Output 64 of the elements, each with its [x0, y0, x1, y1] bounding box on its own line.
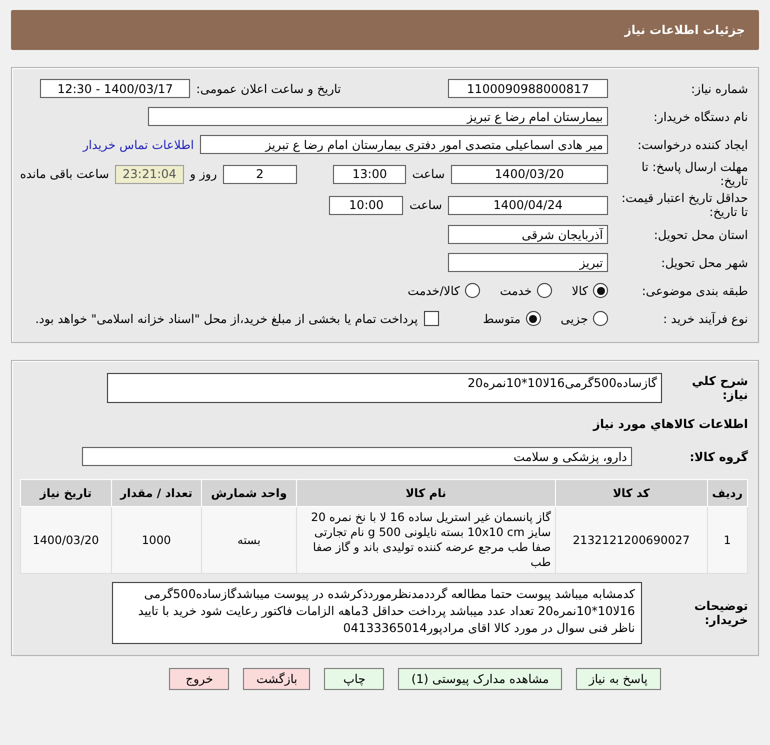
field-label: نام دستگاه خریدار: [652, 110, 748, 124]
action-button[interactable]: بازگشت [243, 668, 310, 690]
action-button[interactable]: چاپ [324, 668, 384, 690]
page-header: جزئیات اطلاعات نیاز [11, 10, 759, 50]
column-header: ردیف [707, 480, 748, 506]
radio-button[interactable] [593, 311, 608, 326]
field-label: نوع فرآیند خرید : [662, 312, 748, 326]
days-field: 2 [222, 164, 297, 184]
field-label: شهر محل تحویل: [660, 256, 748, 270]
date-field: 1400/03/20 [450, 164, 608, 184]
table-cell: گاز پانسمان غیر استریل ساده 16 لا با نخ نمره 20 سایز 10x10 cm بسته نایلونی 500 g نام تجارتی صفا طب مرجع عرضه کننده تولیدی باند و گاز صفا طب [296, 506, 556, 574]
field-label: حداقل تاریخ اعتبار قیمت: تا تاریخ: [620, 191, 748, 219]
table-cell: 1 [707, 506, 748, 574]
section-heading: اطلاعات کالاهاي مورد نياز [593, 416, 748, 430]
radio-label: کالا/خدمت [408, 284, 460, 298]
buyer-notes-field: کدمشابه میباشد پیوست حتما مطالعه گرددمدنظرموردذکرشده در پیوست میباشدگازساده500گرمی 16لا10*10نمره20 تعداد عدد میباشد پرداخت حداقل 3ماهه الزامات فاکتور رعایت شود خرید با تایید ناظر فنی سوال در مورد کالا اقای مرادپور04133365014 [112, 582, 642, 644]
radio-label: کالا [572, 284, 588, 298]
countdown-field: 23:21:04 [115, 164, 184, 184]
column-header: تعداد / مقدار [111, 480, 202, 506]
table-cell: بسته [202, 506, 296, 574]
field-label: روز و [190, 167, 217, 181]
field-label: استان محل تحویل: [652, 228, 748, 242]
radio-button[interactable] [526, 311, 541, 326]
province-field: آذربایجان شرقی [448, 225, 608, 244]
city-field: تبریز [448, 253, 608, 272]
checkbox-label: پرداخت تمام یا بخشی از مبلغ خرید،از محل "اسناد خزانه اسلامی" خواهد بود. [35, 312, 418, 326]
creator-field: میر هادی اسماعیلی متصدی امور دفتری بیمارستان امام رضا ع تبریز [200, 135, 608, 154]
radio-label: جزیی [560, 312, 588, 326]
announce-date-field: 1400/03/17 - 12:30 [40, 79, 190, 98]
goods-group-field: دارو، پزشکی و سلامت [82, 447, 632, 466]
table-cell: 1400/03/20 [20, 506, 112, 574]
field-label: شرح کلي نياز: [690, 374, 748, 402]
description-field: گازساده500گرمی16لا10*10نمره20 [107, 373, 662, 403]
checkbox[interactable] [424, 311, 439, 326]
action-button[interactable]: مشاهده مدارک پیوستی (1) [398, 668, 562, 690]
column-header: تاریخ نیاز [20, 480, 112, 506]
radio-button[interactable] [593, 283, 608, 298]
buyer-org-field: بیمارستان امام رضا ع تبریز [148, 107, 608, 126]
date-field: 1400/04/24 [448, 196, 608, 214]
field-label: ساعت [409, 198, 442, 212]
field-label: ایجاد کننده درخواست: [636, 138, 748, 152]
field-label: طبقه بندی موضوعی: [640, 284, 748, 298]
column-header: نام کالا [296, 480, 556, 506]
contact-link[interactable]: اطلاعات تماس خریدار [82, 138, 194, 152]
field-label: ساعت باقی مانده [20, 167, 110, 181]
action-button[interactable]: خروج [169, 668, 230, 690]
time-field: 10:00 [329, 196, 404, 214]
field-label: تاریخ و ساعت اعلان عمومی: [196, 82, 341, 96]
time-field: 13:00 [333, 164, 406, 184]
radio-label: خدمت [500, 284, 532, 298]
field-label: گروه کالا: [688, 450, 748, 464]
field-label: مهلت ارسال پاسخ: تا تاریخ: [640, 160, 748, 188]
column-header: واحد شمارش [202, 480, 296, 506]
field-label: شماره نیاز: [690, 82, 748, 96]
action-button[interactable]: پاسخ به نیاز [576, 668, 661, 690]
radio-button[interactable] [464, 283, 480, 298]
radio-label: متوسط [482, 312, 521, 326]
column-header: کد کالا [555, 480, 708, 506]
table-cell: 2132121200690027 [555, 506, 708, 574]
table-cell: 1000 [111, 506, 202, 574]
need-number-field: 1100090988000817 [448, 79, 608, 98]
field-label: توضیحات خریدار: [693, 599, 748, 627]
radio-button[interactable] [536, 283, 552, 298]
field-label: ساعت [412, 167, 445, 181]
